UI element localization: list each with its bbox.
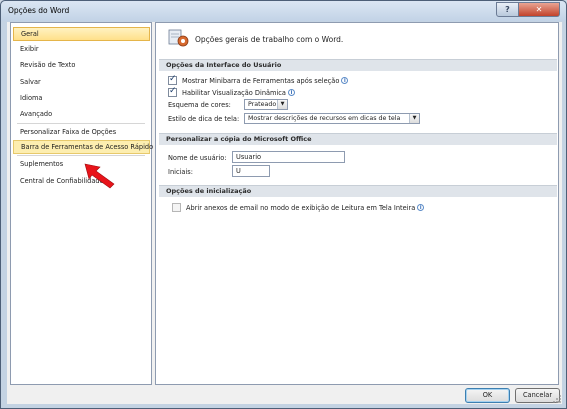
nav-item-exibir[interactable]: Exibir [13,42,150,56]
nav-item-avancado[interactable]: Avançado [13,107,150,121]
username-field[interactable]: Usuario [232,151,345,163]
section-ui-options: Opções da Interface do Usuário [159,59,557,71]
minibar-label: Mostrar Minibarra de Ferramentas após se… [182,76,340,85]
nav-divider [17,155,145,156]
nav-item-suplementos[interactable]: Suplementos [13,157,150,171]
section-personalize: Personalizar a cópia do Microsoft Office [159,133,557,145]
live-preview-option[interactable]: Habilitar Visualização Dinâmica i [168,86,295,97]
nav-divider [17,123,145,124]
initials-label: Iniciais: [168,168,193,176]
nav-item-idioma[interactable]: Idioma [13,91,150,105]
panel-header: Opções gerais de trabalho com o Word. [156,23,558,55]
panel-header-text: Opções gerais de trabalho com o Word. [195,35,344,44]
nav-item-geral[interactable]: Geral [13,27,150,41]
nav-item-acesso-rapido[interactable]: Barra de Ferramentas de Acesso Rápido [13,140,153,154]
ok-button[interactable]: OK [465,388,510,403]
nav-item-revisao[interactable]: Revisão de Texto [13,58,150,72]
nav-item-salvar[interactable]: Salvar [13,75,150,89]
username-label: Nome de usuário: [168,154,227,162]
chevron-down-icon: ▼ [409,114,419,123]
close-button[interactable]: ✕ [519,2,560,17]
color-scheme-label: Esquema de cores: [168,101,231,109]
reading-layout-checkbox[interactable] [172,203,181,212]
resize-grip-icon[interactable] [553,395,562,404]
nav-item-central-confiabilidade[interactable]: Central de Confiabilidade [13,174,150,188]
window-title: Opções do Word [8,6,70,15]
options-dialog: Opções do Word ? ✕ Geral Exibir Revisão … [0,0,567,409]
nav-item-personalizar-faixa[interactable]: Personalizar Faixa de Opções [13,125,150,139]
color-scheme-select[interactable]: Prateado ▼ [244,99,288,110]
dialog-body: Geral Exibir Revisão de Texto Salvar Idi… [7,22,562,404]
reading-layout-label: Abrir anexos de email no modo de exibiçã… [186,203,416,212]
info-icon: i [341,77,349,84]
title-bar[interactable]: Opções do Word ? ✕ [1,1,566,21]
color-scheme-value: Prateado [248,101,277,108]
minibar-option[interactable]: Mostrar Minibarra de Ferramentas após se… [168,74,349,85]
section-startup: Opções de inicialização [159,185,557,197]
info-icon: i [287,89,295,96]
live-preview-label: Habilitar Visualização Dinâmica [182,88,286,97]
options-gear-icon [168,29,189,47]
settings-panel: Opções gerais de trabalho com o Word. Op… [155,22,559,385]
initials-field[interactable]: U [232,165,270,177]
reading-layout-option[interactable]: Abrir anexos de email no modo de exibiçã… [172,203,425,212]
red-arrow-icon [84,163,115,189]
screentip-style-label: Estilo de dica de tela: [168,115,240,123]
screentip-style-value: Mostrar descrições de recursos em dicas … [248,115,401,122]
chevron-down-icon: ▼ [277,100,287,109]
category-list: Geral Exibir Revisão de Texto Salvar Idi… [10,22,153,385]
live-preview-checkbox[interactable] [168,86,177,97]
screentip-style-select[interactable]: Mostrar descrições de recursos em dicas … [244,113,420,124]
info-icon: i [417,204,425,211]
help-button[interactable]: ? [496,2,519,17]
minibar-checkbox[interactable] [168,74,177,85]
